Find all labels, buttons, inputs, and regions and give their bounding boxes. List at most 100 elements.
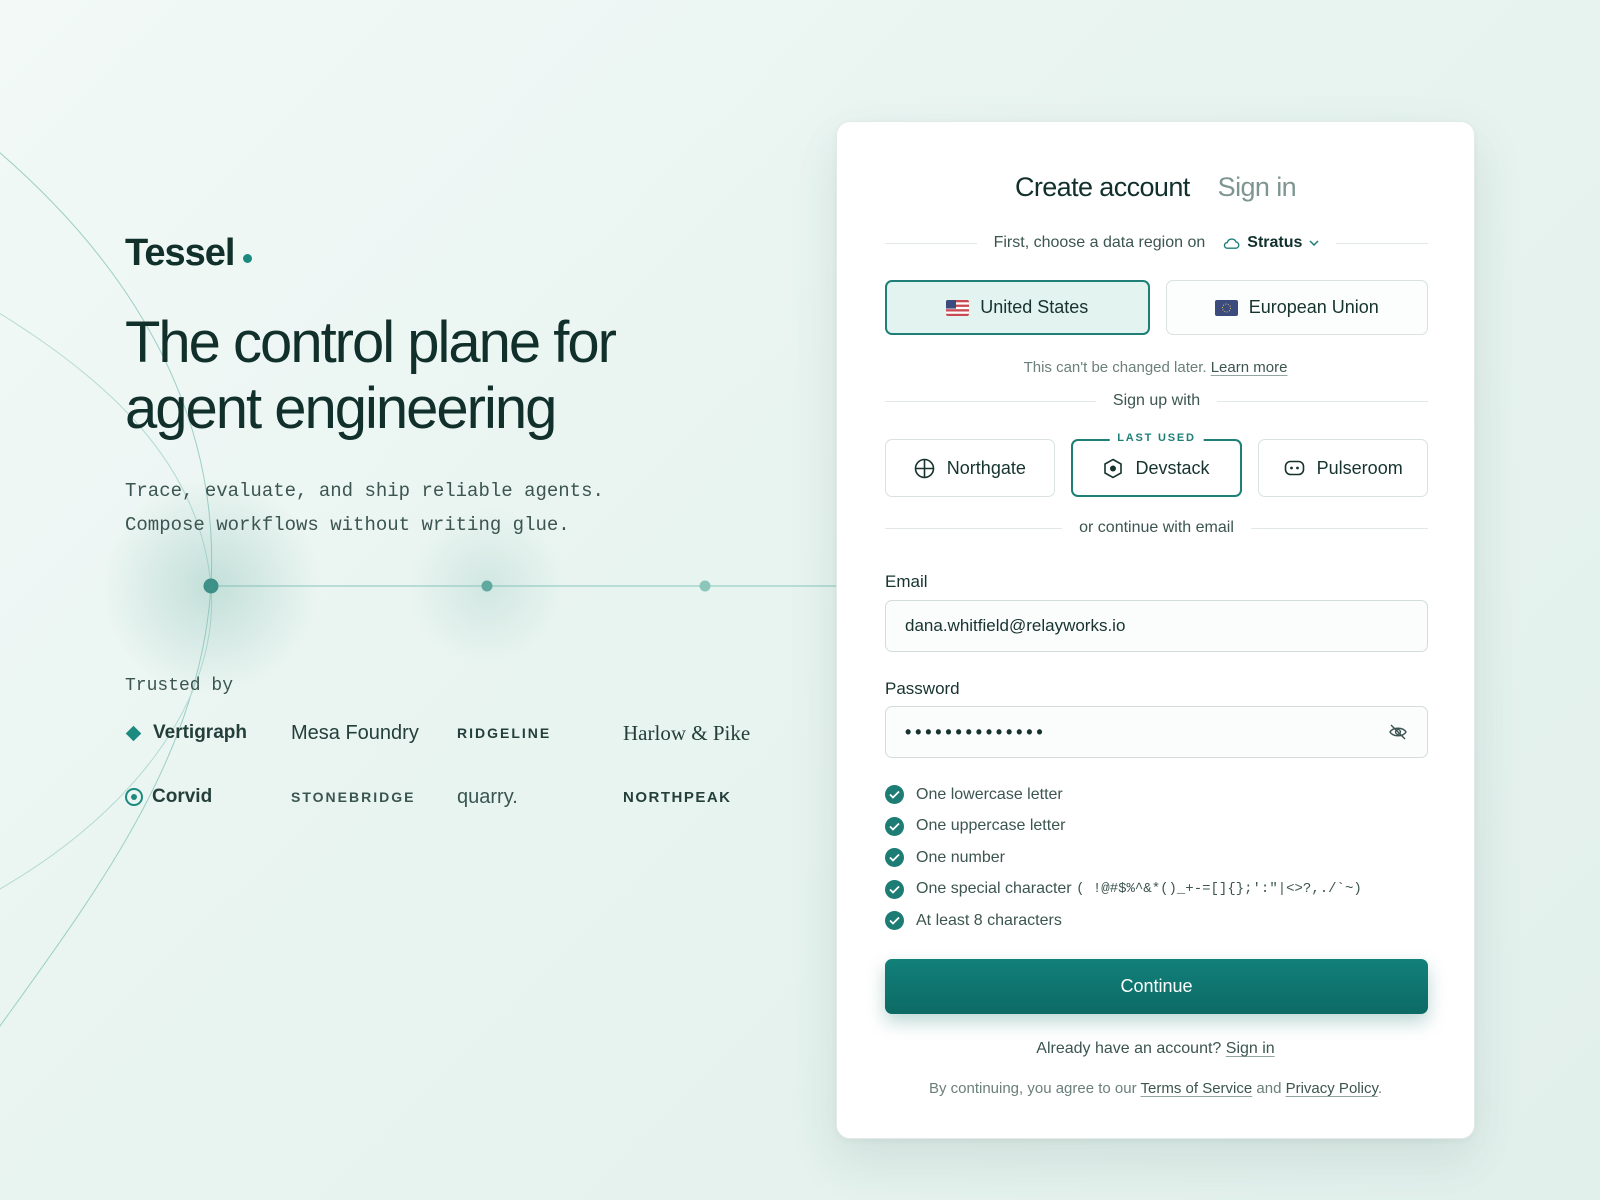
password-rules: One lowercase letter One uppercase lette… (885, 779, 1445, 937)
eye-off-icon[interactable] (1388, 723, 1408, 741)
divider-line (885, 242, 977, 244)
region-note: This can't be changed later. Learn more (837, 359, 1474, 376)
customer-logos: Vertigraph Mesa Foundry RIDGELINE Harlow… (125, 720, 805, 810)
email-field[interactable]: dana.whitfield@relayworks.io (885, 600, 1428, 652)
provider-name: Stratus (1247, 234, 1303, 251)
privacy-link[interactable]: Privacy Policy (1286, 1080, 1378, 1097)
region-label: United States (980, 297, 1089, 317)
sso-pulseroom-button[interactable]: Pulseroom (1258, 439, 1429, 497)
region-options: United States European Union (885, 280, 1428, 335)
continue-button[interactable]: Continue (885, 959, 1428, 1014)
region-prompt-text: First, choose a data region on (993, 234, 1206, 251)
region-prompt-row: First, choose a data region on Stratus (885, 234, 1428, 252)
check-icon (885, 816, 904, 836)
rule-special: One special character ( !@#$%^&*()_+-=[]… (885, 874, 1445, 906)
email-value: dana.whitfield@relayworks.io (905, 616, 1126, 635)
sso-options: Northgate LAST USED Devstack Pulseroom (885, 432, 1429, 497)
headline-line: agent engineering (125, 376, 557, 441)
region-us-button[interactable]: United States (885, 280, 1150, 335)
chevron-down-icon (1309, 240, 1319, 246)
hero-section: Tessel The control plane for agent engin… (125, 0, 805, 1200)
auth-card: Create account Sign in First, choose a d… (836, 121, 1475, 1139)
rule-text: One special character (916, 880, 1072, 898)
rule-text: At least 8 characters (916, 911, 1062, 929)
logo-text: Vertigraph (153, 722, 247, 743)
legal-text: By continuing, you agree to our Terms of… (837, 1080, 1474, 1097)
region-note-text: This can't be changed later. (1023, 359, 1207, 376)
rule-uppercase: One uppercase letter (885, 811, 1445, 843)
signup-with-label: Sign up with (1112, 392, 1201, 409)
hero-subtext: Trace, evaluate, and ship reliable agent… (125, 474, 604, 542)
legal-and: and (1256, 1080, 1282, 1097)
password-label: Password (885, 679, 960, 698)
divider-line (1217, 400, 1429, 402)
sso-label: Northgate (946, 457, 1026, 478)
learn-more-link[interactable]: Learn more (1211, 359, 1288, 376)
legal-period: . (1377, 1080, 1383, 1097)
rule-lowercase: One lowercase letter (885, 779, 1445, 811)
chat-bubble-icon (1284, 460, 1304, 475)
provider-select[interactable]: Stratus (1223, 234, 1319, 252)
globe-icon (914, 458, 935, 478)
check-icon (885, 879, 904, 899)
brand-name: Tessel (125, 232, 235, 274)
logo-mesa-foundry: Mesa Foundry (291, 721, 419, 744)
signup-with-row: Sign up with (885, 392, 1429, 410)
hero-headline: The control plane for agent engineering (125, 310, 765, 442)
rule-length: At least 8 characters (885, 905, 1445, 937)
have-account-line: Already have an account? Sign in (837, 1040, 1474, 1058)
last-used-badge: LAST USED (1109, 432, 1204, 444)
tab-sign-in[interactable]: Sign in (1218, 172, 1297, 203)
eu-flag-icon (1214, 299, 1238, 316)
divider-line (1336, 242, 1428, 244)
auth-tabs: Create account Sign in (837, 172, 1474, 203)
logo-northpeak: NORTHPEAK (623, 788, 732, 806)
logo-vertigraph: Vertigraph (125, 720, 291, 746)
sso-label: Pulseroom (1316, 457, 1403, 478)
logo-corvid: Corvid (125, 784, 291, 810)
cloud-icon (1224, 237, 1240, 249)
password-field[interactable]: •••••••••••••• (885, 706, 1428, 758)
region-label: European Union (1248, 297, 1379, 317)
sso-northgate-button[interactable]: Northgate (885, 439, 1055, 497)
headline-line: The control plane for (125, 310, 617, 375)
logo-harlow-pike: Harlow & Pike (623, 720, 751, 745)
check-icon (885, 785, 904, 805)
trusted-by-label: Trusted by (125, 676, 234, 696)
divider-line (885, 400, 1096, 402)
sso-devstack-button[interactable]: LAST USED Devstack (1070, 432, 1243, 497)
logo-text: Corvid (152, 786, 213, 807)
hexagon-icon (1104, 458, 1123, 478)
region-eu-button[interactable]: European Union (1165, 280, 1428, 335)
subtext-line: Compose workflows without writing glue. (125, 514, 570, 536)
email-label: Email (885, 572, 928, 591)
sso-label: Devstack (1135, 457, 1210, 478)
rule-text: One lowercase letter (916, 785, 1063, 803)
check-icon (885, 911, 904, 931)
logo-ridgeline: RIDGELINE (457, 725, 552, 741)
have-account-text: Already have an account? (1036, 1040, 1222, 1057)
or-email-label: or continue with email (1079, 519, 1234, 536)
rule-text: One number (916, 848, 1005, 866)
sign-in-link[interactable]: Sign in (1226, 1040, 1275, 1057)
diamond-icon (125, 725, 142, 741)
legal-prefix: By continuing, you agree to our (928, 1080, 1137, 1097)
rule-text: One uppercase letter (916, 817, 1066, 835)
check-icon (885, 848, 904, 868)
region-prompt: First, choose a data region on Stratus (977, 234, 1337, 252)
brand-logo[interactable]: Tessel (125, 232, 253, 275)
password-value: •••••••••••••• (905, 721, 1047, 742)
us-flag-icon (946, 299, 970, 316)
special-chars: ( !@#$%^&*()_+-=[]{};':"|<>?,./`~) (1076, 881, 1362, 898)
subtext-line: Trace, evaluate, and ship reliable agent… (125, 480, 604, 502)
divider-line (885, 527, 1063, 529)
logo-stonebridge: STONEBRIDGE (291, 789, 416, 805)
or-email-row: or continue with email (885, 519, 1428, 537)
divider-line (1250, 527, 1428, 529)
target-icon (125, 788, 143, 806)
tab-create-account[interactable]: Create account (1015, 172, 1190, 203)
terms-link[interactable]: Terms of Service (1141, 1080, 1253, 1097)
logo-quarry: quarry. (457, 785, 518, 808)
brand-dot-icon (243, 254, 253, 263)
rule-number: One number (885, 842, 1445, 874)
